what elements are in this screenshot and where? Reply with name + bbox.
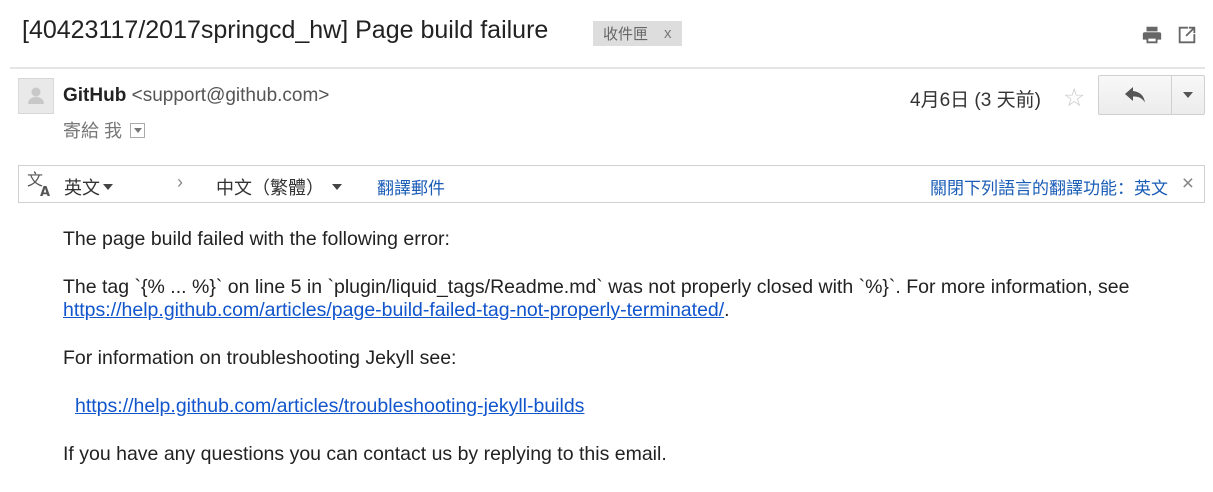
body-paragraph: If you have any questions you can contac… bbox=[63, 443, 667, 465]
printer-icon[interactable] bbox=[1141, 24, 1163, 46]
target-language-label: 中文（繁體） bbox=[216, 178, 324, 198]
troubleshooting-link[interactable]: https://help.github.com/articles/trouble… bbox=[75, 395, 584, 417]
reply-arrow-icon bbox=[1125, 87, 1145, 103]
body-paragraph-link: https://help.github.com/articles/trouble… bbox=[63, 395, 1198, 418]
error-text: The tag `{% ... %}` on line 5 in `plugin… bbox=[63, 276, 1130, 298]
sender-name[interactable]: GitHub bbox=[63, 85, 126, 106]
chevron-down-icon bbox=[103, 184, 113, 190]
close-icon[interactable]: × bbox=[1182, 172, 1194, 196]
message-date: 4月6日 (3 天前) bbox=[910, 90, 1041, 111]
body-paragraph: The page build failed with the following… bbox=[63, 228, 450, 250]
inbox-label-chip[interactable]: 收件匣 x bbox=[593, 21, 682, 46]
details-dropdown-button[interactable] bbox=[130, 122, 146, 138]
subject-bar: [40423117/2017springcd_hw] Page build fa… bbox=[0, 0, 1213, 66]
avatar bbox=[18, 78, 54, 114]
chevron-down-icon bbox=[1183, 92, 1193, 98]
target-language-select[interactable]: 中文（繁體） bbox=[216, 174, 342, 200]
error-help-link[interactable]: https://help.github.com/articles/page-bu… bbox=[63, 299, 724, 321]
sender-email: <support@github.com> bbox=[131, 85, 330, 106]
svg-text:A: A bbox=[40, 185, 50, 199]
new-window-icon[interactable] bbox=[1176, 24, 1198, 46]
more-actions-button[interactable] bbox=[1171, 75, 1205, 115]
email-subject: [40423117/2017springcd_hw] Page build fa… bbox=[22, 16, 549, 44]
chevron-down-icon bbox=[332, 184, 342, 190]
translate-message-link[interactable]: 翻譯郵件 bbox=[377, 174, 445, 199]
person-icon bbox=[28, 87, 44, 104]
period-text: . bbox=[724, 299, 730, 321]
chevron-right-icon: › bbox=[177, 172, 183, 192]
header-divider bbox=[10, 67, 1205, 69]
star-icon[interactable]: ☆ bbox=[1063, 83, 1085, 113]
recipient-text: 寄給 我 bbox=[63, 121, 123, 141]
reply-button[interactable] bbox=[1098, 75, 1172, 115]
body-paragraph: For information on troubleshooting Jekyl… bbox=[63, 347, 457, 369]
turn-off-translation-link[interactable]: 關閉下列語言的翻譯功能：英文 bbox=[930, 174, 1168, 199]
source-language-label: 英文 bbox=[64, 178, 100, 198]
translate-icon: 文 A bbox=[27, 170, 50, 199]
chevron-down-icon bbox=[133, 127, 142, 133]
body-paragraph-error: The tag `{% ... %}` on line 5 in `plugin… bbox=[63, 276, 1198, 322]
recipient-line: 寄給 我 bbox=[63, 117, 146, 143]
sender-line: GitHub <support@github.com> bbox=[63, 85, 329, 107]
translate-bar: 文 A 英文 › 中文（繁體） 翻譯郵件 關閉下列語言的翻譯功能：英文 × bbox=[18, 165, 1205, 203]
message-body: The page build failed with the following… bbox=[63, 228, 1198, 491]
source-language-select[interactable]: 英文 bbox=[64, 174, 113, 200]
remove-label-button[interactable]: x bbox=[664, 25, 672, 42]
label-text: 收件匣 bbox=[603, 26, 649, 43]
